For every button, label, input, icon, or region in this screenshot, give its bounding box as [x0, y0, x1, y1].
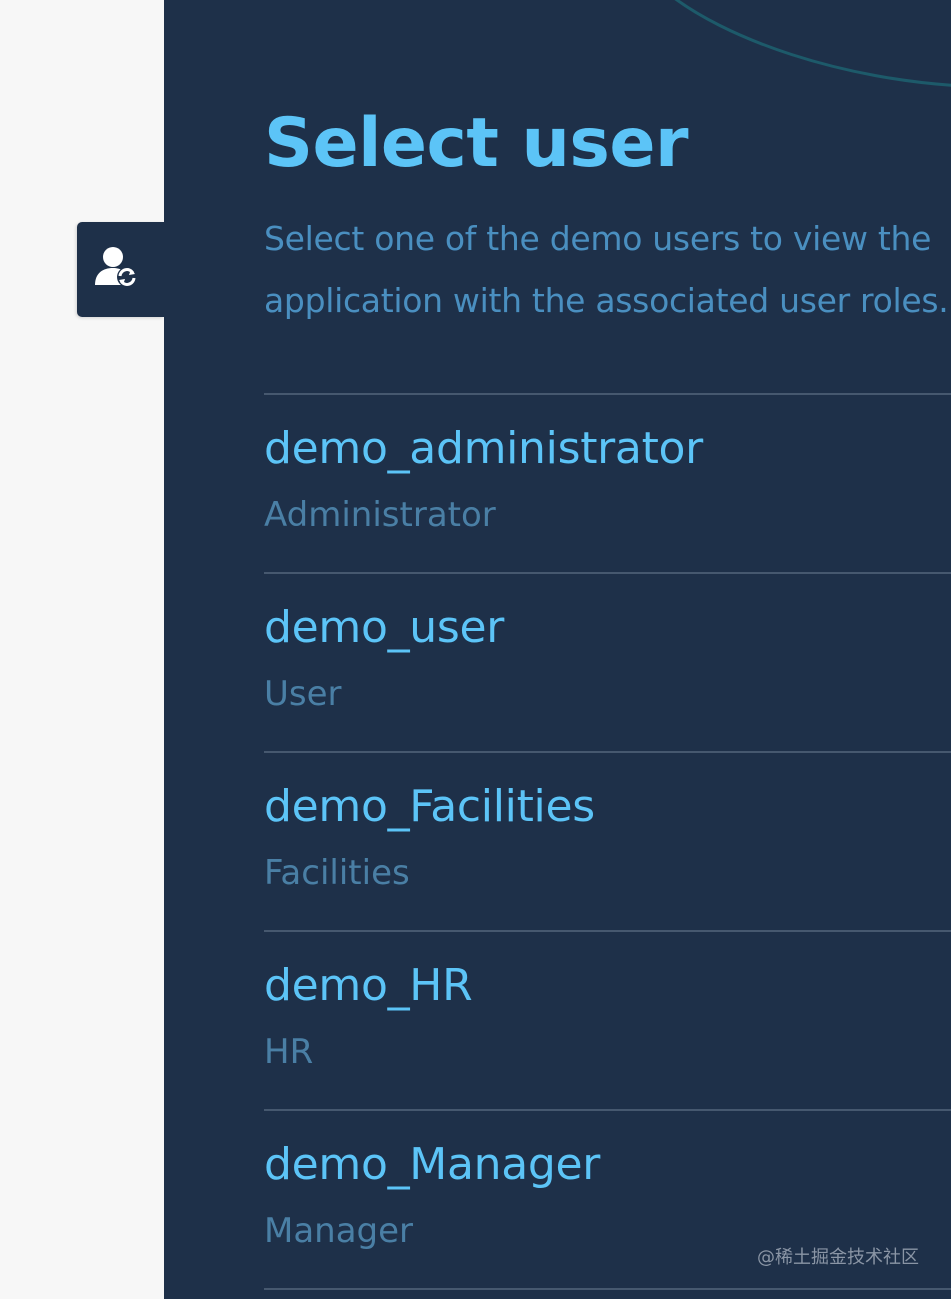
user-name: demo_user [264, 602, 505, 653]
page: Select user Select one of the demo users… [0, 0, 951, 1299]
user-role: User [264, 674, 342, 714]
select-user-panel: Select user Select one of the demo users… [164, 0, 951, 1299]
user-role: Facilities [264, 853, 410, 893]
user-item-demo-facilities[interactable]: demo_Facilities Facilities [264, 751, 951, 930]
user-item-demo-user[interactable]: demo_user User [264, 572, 951, 751]
user-role: HR [264, 1032, 314, 1072]
user-item-demo-hr[interactable]: demo_HR HR [264, 930, 951, 1109]
user-name: demo_HR [264, 960, 473, 1011]
user-item-demo-administrator[interactable]: demo_administrator Administrator [264, 393, 951, 572]
user-switch-icon [94, 243, 143, 297]
background-area [0, 0, 164, 1299]
user-name: demo_Manager [264, 1139, 601, 1190]
user-role: Manager [264, 1211, 414, 1251]
panel-subtitle: Select one of the demo users to view the… [264, 219, 949, 320]
user-role: Administrator [264, 495, 496, 535]
decorative-arc [674, 0, 951, 87]
user-list: demo_administrator Administrator demo_us… [264, 393, 951, 1290]
user-name: demo_Facilities [264, 781, 595, 832]
watermark-text: @稀土掘金技术社区 [757, 1247, 919, 1268]
user-switch-button[interactable] [77, 222, 164, 317]
panel-title: Select user [264, 104, 689, 183]
user-name: demo_administrator [264, 423, 703, 474]
